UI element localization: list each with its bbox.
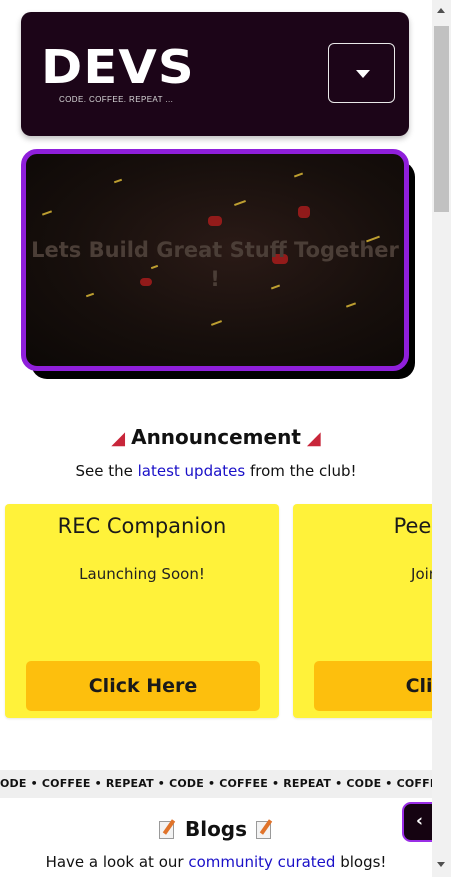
card-click-button[interactable]: Click — [314, 661, 432, 711]
memo-icon — [256, 819, 273, 839]
blogs-subtitle: Have a look at our community curated blo… — [0, 853, 432, 871]
subtitle-text: Have a look at our — [45, 853, 189, 871]
spark — [41, 210, 53, 216]
site-header: DEVS CODE. COFFEE. REPEAT ... — [21, 12, 409, 136]
scroll-up-arrow-icon[interactable] — [437, 8, 445, 13]
glow — [298, 206, 310, 218]
tagline-marquee: ODE • COFFEE • REPEAT • CODE • COFFEE • … — [0, 770, 432, 798]
page: DEVS CODE. COFFEE. REPEAT ... Lets Build… — [0, 0, 432, 877]
subtitle-text: from the club! — [245, 462, 357, 480]
latest-updates-link[interactable]: latest updates — [138, 462, 246, 480]
hero-banner: Lets Build Great Stuff Together ! — [21, 149, 409, 371]
megaphone-icon: ◢ — [111, 428, 126, 449]
scrollbar-thumb[interactable] — [434, 26, 449, 212]
card-title: Peer-To — [393, 514, 432, 538]
blogs-title-text: Blogs — [184, 817, 248, 841]
announcement-subtitle: See the latest updates from the club! — [0, 462, 432, 480]
scrollbar[interactable] — [432, 0, 451, 877]
announcement-card: REC Companion Launching Soon! Click Here — [5, 504, 279, 718]
card-description: Launching Soon! — [79, 565, 205, 583]
card-description: Join t — [411, 565, 432, 583]
memo-icon — [158, 819, 176, 839]
chevron-left-icon: ‹ — [416, 811, 424, 831]
spark — [345, 302, 357, 308]
spark — [293, 172, 304, 178]
spark — [234, 200, 246, 206]
spark — [210, 320, 223, 326]
tagline: CODE. COFFEE. REPEAT ... — [59, 95, 174, 104]
subtitle-text: blogs! — [335, 853, 387, 871]
megaphone-icon: ◢ — [306, 428, 321, 449]
spark — [113, 178, 123, 184]
logo[interactable]: DEVS — [41, 40, 195, 94]
announcement-title: ◢ Announcement ◢ — [0, 425, 432, 449]
blogs-title: Blogs — [0, 817, 432, 841]
menu-toggle-button[interactable] — [328, 43, 395, 103]
card-title: REC Companion — [57, 514, 227, 538]
glow — [208, 216, 222, 226]
community-curated-link[interactable]: community curated — [188, 853, 335, 871]
caret-down-icon — [356, 70, 370, 78]
hero-text: Lets Build Great Stuff Together ! — [31, 238, 399, 291]
scroll-down-arrow-icon[interactable] — [437, 862, 445, 867]
announcement-card: Peer-To Join t Click — [293, 504, 432, 718]
announcement-title-text: Announcement — [131, 425, 301, 449]
subtitle-text: See the — [75, 462, 138, 480]
card-click-button[interactable]: Click Here — [26, 661, 260, 711]
